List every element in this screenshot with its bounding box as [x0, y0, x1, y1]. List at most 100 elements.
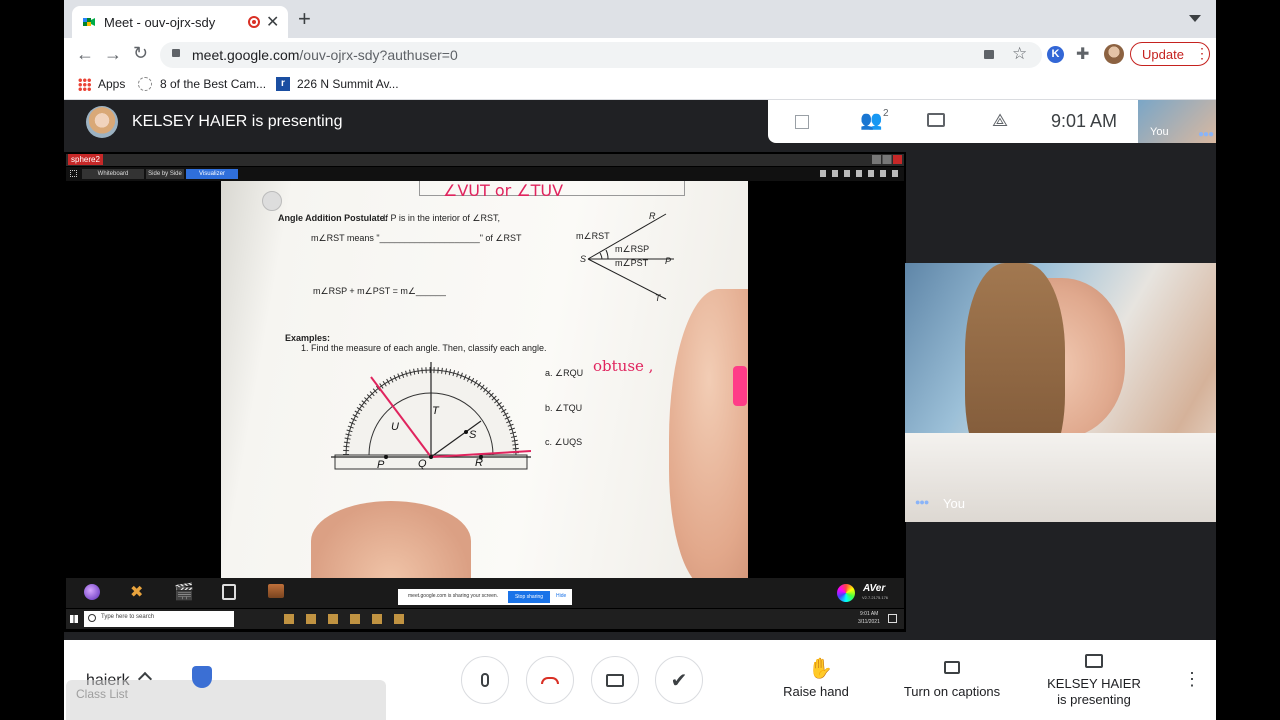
remote-tab-whiteboard[interactable]: Whiteboard [82, 169, 144, 179]
diagram-label-T: T [655, 293, 661, 303]
windows-start-icon[interactable] [70, 615, 78, 623]
raise-hand-label[interactable]: Raise hand [776, 684, 856, 699]
checkmark-icon: ✔ [670, 669, 688, 692]
taskbar-search-box[interactable]: Type here to search [84, 611, 234, 627]
speaking-dots-icon: ●●● [1198, 129, 1214, 140]
captions-label[interactable]: Turn on captions [892, 684, 1012, 699]
more-options-icon[interactable]: ⋮ [1183, 669, 1201, 690]
presenter-bar: KELSEY HAIER is presenting [64, 100, 768, 144]
diagram-label-S: S [580, 254, 587, 264]
update-button[interactable]: Update ⋮ [1130, 42, 1210, 66]
reload-icon[interactable]: ↻ [133, 43, 148, 64]
chat-icon[interactable] [927, 113, 945, 127]
postulate-title: Angle Addition Postulate: [278, 213, 388, 223]
hole-punch [262, 191, 282, 211]
remote-window-buttons [872, 155, 902, 164]
question-b: b. ∠TQU [545, 403, 583, 413]
stop-sharing-button[interactable]: Stop sharing [508, 591, 550, 603]
profile-k-icon[interactable]: K [1047, 46, 1064, 63]
meet-favicon-icon [82, 15, 96, 29]
class-list-label[interactable]: Class List [76, 687, 128, 701]
new-tab-plus-icon[interactable]: + [298, 8, 311, 30]
speaking-dots-icon: ●●● [915, 497, 929, 507]
remote-tab-visualizer[interactable]: Visualizer [186, 169, 238, 179]
microphone-icon [481, 673, 489, 687]
browser-tab[interactable]: Meet - ouv-ojrx-sdy ✕ [72, 6, 288, 38]
taskbar-search-icon [88, 614, 96, 622]
pencil-cross-icon[interactable]: ✖ [130, 582, 143, 602]
question-a: a. ∠RQU [545, 368, 584, 378]
presenting-line2[interactable]: is presenting [1034, 692, 1154, 707]
protractor-label-R: R [475, 457, 483, 469]
hang-up-phone-icon [541, 676, 559, 684]
user-avatar-icon[interactable] [1104, 44, 1124, 64]
activities-shapes-icon[interactable]: ⟁ [992, 110, 1008, 131]
tab-title: Meet - ouv-ojrx-sdy [104, 15, 216, 30]
top-handwriting: ∠VUT or ∠TUV [443, 181, 564, 200]
url-path: /ouv-ojrx-sdy?authuser=0 [299, 47, 458, 63]
url-host: meet.google.com [192, 47, 300, 63]
class-list-overlay: Class List [66, 680, 386, 720]
bookmark-label: 226 N Summit Av... [297, 77, 399, 91]
raise-hand-icon[interactable]: ✋ [808, 656, 833, 681]
presenting-line1[interactable]: KELSEY HAIER [1034, 676, 1154, 691]
tab-search-chevron-icon[interactable] [1189, 15, 1201, 22]
remote-clock-time: 9:01 AM [860, 611, 879, 617]
share-notice-text: meet.google.com is sharing your screen. [408, 593, 499, 599]
camera-button[interactable] [591, 656, 639, 704]
bookmark-star-icon[interactable]: ☆ [1012, 44, 1027, 64]
microphone-button[interactable] [461, 656, 509, 704]
forward-arrow-icon[interactable]: → [104, 44, 122, 65]
remote-tab-side-by-side[interactable]: Side by Side [146, 169, 184, 179]
aver-brand: AVer [863, 583, 886, 594]
remote-windows-taskbar: Type here to search 9:01 AM 3/11/2021 [66, 609, 904, 629]
color-orb-icon[interactable] [84, 584, 100, 600]
meet-bottom-bar: haierk Class List ✔ ✋ Raise hand Turn on… [64, 640, 1216, 720]
protractor-diagram [331, 362, 531, 470]
close-tab-icon[interactable]: ✕ [266, 12, 279, 32]
files-icon[interactable] [222, 584, 236, 600]
menu-kebab-icon: ⋮ [1195, 45, 1209, 61]
hide-button[interactable]: Hide [556, 593, 566, 599]
presenter-camera-icon[interactable] [268, 584, 284, 598]
shield-lock-icon[interactable] [192, 666, 212, 688]
remote-tool-icons [820, 170, 900, 177]
address-bar[interactable]: meet.google.com/ouv-ojrx-sdy?authuser=0 … [160, 42, 1042, 68]
clapper-icon[interactable]: 🎬 [174, 582, 194, 602]
self-tile-label: You [943, 496, 965, 511]
protractor-label-P: P [377, 459, 385, 471]
people-icon[interactable]: 👥 [860, 110, 882, 131]
meeting-time: 9:01 AM [1051, 111, 1118, 131]
video-camera-icon [606, 673, 624, 687]
question-c: c. ∠UQS [545, 437, 583, 447]
sum-line: m∠RSP + m∠PST = m∠______ [313, 286, 446, 296]
bookmark-label: Apps [98, 77, 126, 91]
broken-image-icon[interactable] [795, 115, 809, 129]
leave-call-button[interactable] [526, 656, 574, 704]
answer-handwriting: obtuse , [593, 357, 654, 375]
update-label: Update [1142, 47, 1184, 62]
color-wheel-icon[interactable] [837, 584, 855, 602]
self-thumb-label: You [1150, 126, 1169, 138]
checkmark-button[interactable]: ✔ [655, 656, 703, 704]
remote-window-titlebar: sphere2 [66, 154, 904, 166]
examples-title: Examples: [285, 333, 331, 343]
diagram-label-P: P [665, 256, 672, 266]
remote-app-name: sphere2 [68, 154, 103, 165]
participant-count: 2 [883, 108, 889, 119]
extensions-puzzle-icon[interactable]: ✚ [1076, 44, 1089, 64]
present-screen-icon[interactable] [1085, 654, 1103, 668]
letterbox-right [1216, 0, 1280, 720]
lower-hand [311, 501, 471, 578]
camera-icon[interactable] [984, 50, 994, 59]
notification-icon[interactable] [888, 614, 897, 623]
realtor-f-icon: r [276, 77, 290, 91]
remote-tool-bar: ✖ 🎬 meet.google.com is sharing your scre… [66, 578, 904, 608]
participant-video-tile[interactable]: ●●● You [905, 263, 1216, 522]
bookmark-label: 8 of the Best Cam... [160, 77, 267, 91]
self-view-thumbnail[interactable]: You ●●● [1138, 100, 1216, 143]
back-arrow-icon[interactable]: ← [76, 44, 94, 65]
remote-clock-date: 3/11/2021 [858, 619, 880, 625]
globe-icon [138, 77, 152, 91]
captions-icon[interactable] [944, 661, 960, 674]
